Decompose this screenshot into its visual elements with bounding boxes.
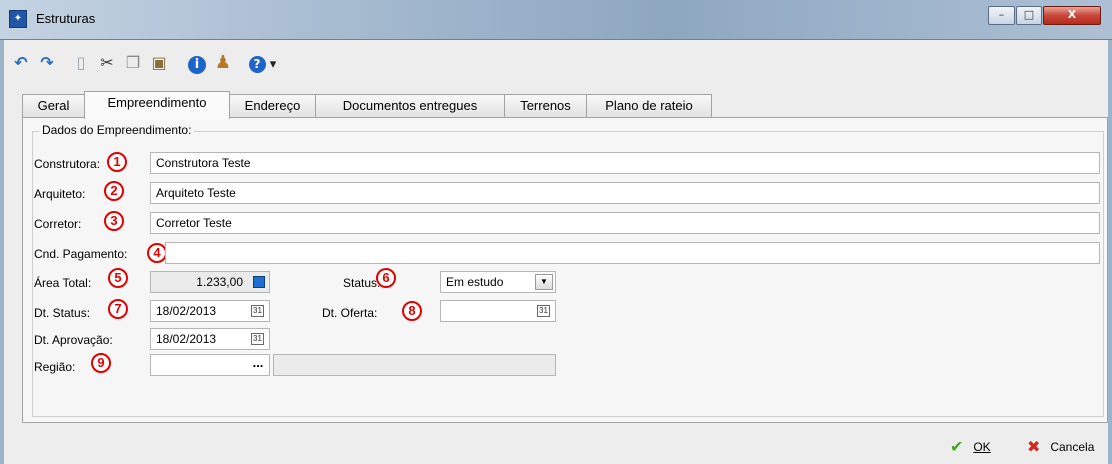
group-title: Dados do Empreendimento: — [39, 123, 195, 137]
redo-icon: ↷ — [40, 53, 54, 72]
info-button[interactable]: i — [186, 52, 208, 74]
undo-icon: ↶ — [14, 53, 28, 72]
ok-button[interactable]: ✔ OK — [950, 437, 991, 457]
corretor-field[interactable]: Corretor Teste — [150, 212, 1100, 234]
user-icon: ♟ — [214, 52, 232, 73]
tab-label: Empreendimento — [107, 95, 207, 110]
cut-button[interactable]: ✂ — [96, 52, 118, 74]
tab-label: Geral — [37, 98, 70, 113]
copy-icon: ❐ — [125, 53, 141, 72]
marker-3: 3 — [104, 211, 124, 231]
close-button[interactable]: X — [1043, 6, 1101, 25]
redo-button[interactable]: ↷ — [36, 52, 58, 74]
area-total-label: Área Total: — [34, 276, 92, 290]
tab-label: Plano de rateio — [605, 98, 693, 113]
corretor-label: Corretor: — [34, 217, 82, 231]
window-app-icon[interactable]: ✦ — [9, 10, 27, 28]
marker-2: 2 — [104, 181, 124, 201]
cancel-label: Cancela — [1050, 440, 1095, 454]
dt-status-field[interactable]: 18/02/2013 31 — [150, 300, 270, 322]
calendar-icon[interactable]: 31 — [537, 305, 550, 317]
regiao-label: Região: — [34, 360, 76, 374]
calendar-icon[interactable]: 31 — [251, 333, 264, 345]
dt-oferta-label: Dt. Oferta: — [322, 306, 378, 320]
tab-label: Documentos entregues — [342, 98, 478, 113]
regiao-lookup-button[interactable]: ... — [247, 355, 269, 375]
regiao-field[interactable]: ... — [150, 354, 270, 376]
chevron-down-icon[interactable]: ▼ — [535, 274, 553, 290]
maximize-button[interactable]: □ — [1016, 6, 1042, 25]
marker-1: 1 — [107, 152, 127, 172]
tab-label: Endereço — [244, 98, 301, 113]
regiao-description-field — [273, 354, 556, 376]
cancel-button[interactable]: ✖ Cancela — [1027, 437, 1094, 457]
dt-status-label: Dt. Status: — [34, 306, 91, 320]
dt-aprovacao-value: 18/02/2013 — [156, 332, 217, 346]
marker-8: 8 — [402, 301, 422, 321]
paste-icon: ▣ — [151, 53, 167, 72]
marker-5: 5 — [108, 268, 128, 288]
cross-icon: ✖ — [1027, 438, 1041, 456]
help-dropdown-button[interactable]: ▾ — [266, 52, 280, 74]
dt-status-value: 18/02/2013 — [156, 304, 217, 318]
arquiteto-label: Arquiteto: — [34, 187, 86, 201]
tab-geral[interactable]: Geral — [22, 94, 85, 118]
tab-terrenos[interactable]: Terrenos — [504, 94, 587, 118]
marker-6: 6 — [376, 268, 396, 288]
status-select[interactable]: Em estudo ▼ — [440, 271, 556, 293]
dt-aprovacao-field[interactable]: 18/02/2013 31 — [150, 328, 270, 350]
calendar-icon[interactable]: 31 — [251, 305, 264, 317]
cnd-pagamento-label: Cnd. Pagamento: — [34, 247, 128, 261]
window-title: Estruturas — [36, 11, 96, 26]
new-doc-icon: ▯ — [76, 53, 86, 72]
ok-label: OK — [973, 440, 991, 454]
dt-oferta-field[interactable]: 31 — [440, 300, 556, 322]
minimize-button[interactable]: – — [988, 6, 1015, 25]
tab-empreendimento[interactable]: Empreendimento — [84, 91, 230, 119]
marker-9: 9 — [91, 353, 111, 373]
dropdown-arrow-icon: ▾ — [269, 57, 277, 72]
info-icon: i — [188, 56, 206, 74]
copy-button[interactable]: ❐ — [122, 52, 144, 74]
marker-4: 4 — [147, 243, 167, 263]
area-total-value: 1.233,00 — [196, 275, 243, 289]
tab-plano-de-rateio[interactable]: Plano de rateio — [586, 94, 712, 118]
paste-button[interactable]: ▣ — [148, 52, 170, 74]
status-value: Em estudo — [446, 275, 504, 289]
tab-endereco[interactable]: Endereço — [229, 94, 316, 118]
help-button[interactable]: ? — [246, 52, 268, 74]
status-label: Status: — [343, 276, 381, 290]
help-icon: ? — [248, 56, 266, 73]
construtora-field[interactable]: Construtora Teste — [150, 152, 1100, 174]
tab-documentos-entregues[interactable]: Documentos entregues — [315, 94, 505, 118]
marker-7: 7 — [108, 299, 128, 319]
cut-icon: ✂ — [100, 53, 114, 72]
area-total-field[interactable]: 1.233,00 — [150, 271, 270, 293]
construtora-label: Construtora: — [34, 157, 101, 171]
dt-aprovacao-label: Dt. Aprovação: — [34, 333, 113, 347]
arquiteto-field[interactable]: Arquiteto Teste — [150, 182, 1100, 204]
checkmark-icon: ✔ — [950, 438, 964, 456]
undo-button[interactable]: ↶ — [10, 52, 32, 74]
calculator-icon[interactable] — [253, 276, 265, 288]
title-bar: ✦ Estruturas – □ X — [0, 0, 1112, 40]
user-button[interactable]: ♟ — [212, 52, 234, 74]
new-doc-button[interactable]: ▯ — [70, 52, 92, 74]
tab-label: Terrenos — [520, 98, 571, 113]
cnd-pagamento-field[interactable] — [165, 242, 1100, 264]
